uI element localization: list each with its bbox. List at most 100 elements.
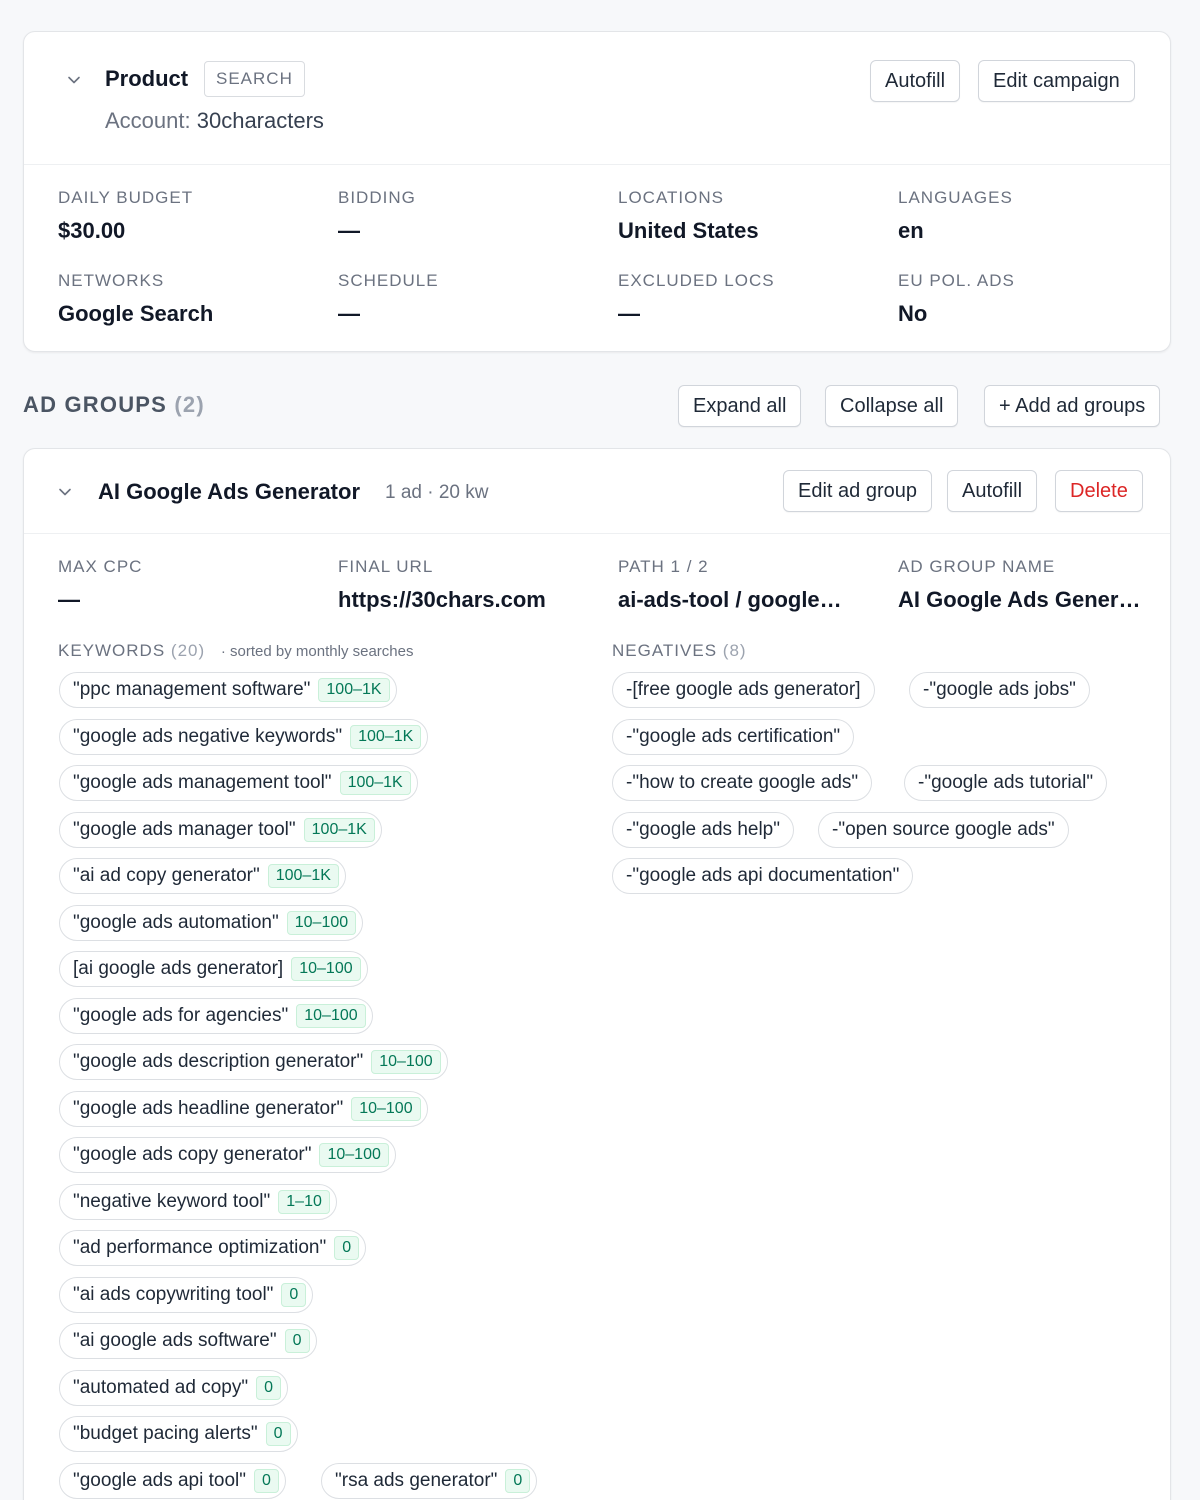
search-volume-badge: 10–100: [291, 957, 361, 981]
keyword-chip[interactable]: "google ads automation" 10–100: [59, 905, 364, 941]
search-volume-badge: 0: [334, 1236, 360, 1260]
campaign-card: Product SEARCH Account: 30characters Aut…: [23, 31, 1171, 352]
search-volume-badge: 10–100: [371, 1050, 441, 1074]
negative-keyword-chip[interactable]: -"google ads certification": [612, 719, 855, 755]
campaign-page: Product SEARCH Account: 30characters Aut…: [0, 0, 1200, 1500]
keyword-chip[interactable]: "ad performance optimization" 0: [59, 1230, 367, 1266]
stat-value-eu-pol-ads: No: [898, 301, 928, 326]
chevron-down-icon[interactable]: [57, 484, 73, 500]
account-line: Account: 30characters: [105, 108, 324, 134]
negative-keyword-chip[interactable]: -[free google ads generator]: [612, 672, 875, 708]
campaign-header: Product SEARCH Account: 30characters Aut…: [24, 32, 1170, 165]
keyword-text: "google ads copy generator": [73, 1144, 312, 1165]
negative-keyword-chip[interactable]: -"open source google ads": [818, 812, 1069, 848]
search-volume-badge: 100–1K: [318, 678, 390, 702]
keywords-count: (20): [170, 641, 206, 660]
negative-keyword-chip[interactable]: -"how to create google ads": [612, 765, 873, 801]
keyword-chip[interactable]: "google ads management tool" 100–1K: [59, 765, 418, 801]
stat-label-bidding: BIDDING: [338, 188, 416, 207]
stat-value-final-url: https://30chars.com: [338, 587, 546, 612]
ad-group-name: AI Google Ads Generator: [98, 479, 361, 504]
keyword-text: "ai google ads software": [73, 1330, 277, 1351]
keyword-text: "google ads for agencies": [73, 1005, 289, 1026]
keyword-chip[interactable]: "ai ad copy generator" 100–1K: [59, 858, 346, 894]
keyword-chip[interactable]: "google ads api tool" 0: [59, 1463, 286, 1499]
keyword-chip[interactable]: "ai ads copywriting tool" 0: [59, 1277, 314, 1313]
keyword-text: "budget pacing alerts": [73, 1423, 258, 1444]
keyword-chip[interactable]: "google ads negative keywords" 100–1K: [59, 719, 429, 755]
stat-label-excluded-locs: EXCLUDED LOCS: [618, 271, 775, 290]
negatives-count: (8): [722, 641, 747, 660]
keyword-chip[interactable]: "google ads description generator" 10–100: [59, 1044, 448, 1080]
search-volume-badge: 100–1K: [350, 725, 422, 749]
keyword-chip[interactable]: "google ads copy generator" 10–100: [59, 1137, 396, 1173]
ad-group-meta: 1 ad · 20 kw: [385, 482, 489, 503]
ad-groups-heading: AD GROUPS (2): [23, 392, 205, 418]
keyword-chip[interactable]: [ai google ads generator] 10–100: [59, 951, 368, 987]
keyword-chip[interactable]: "ppc management software" 100–1K: [59, 672, 397, 708]
negative-keyword-chip[interactable]: -"google ads help": [612, 812, 794, 848]
stat-value-bidding: —: [338, 218, 360, 243]
keywords-label: KEYWORDS: [58, 641, 166, 660]
keyword-chip[interactable]: "rsa ads generator" 0: [321, 1463, 538, 1499]
stat-label-schedule: SCHEDULE: [338, 271, 439, 290]
keyword-text: "google ads manager tool": [73, 819, 296, 840]
search-volume-badge: 0: [265, 1422, 291, 1446]
stat-label-path: PATH 1 / 2: [618, 557, 709, 576]
keyword-text: "ai ads copywriting tool": [73, 1284, 274, 1305]
search-volume-badge: 0: [256, 1376, 282, 1400]
search-volume-badge: 10–100: [286, 911, 357, 935]
edit-campaign-button[interactable]: Edit campaign: [978, 60, 1135, 102]
search-volume-badge: 10–100: [319, 1143, 389, 1167]
search-volume-badge: 100–1K: [339, 771, 411, 795]
chevron-down-icon[interactable]: [66, 72, 82, 88]
stat-label-eu-pol-ads: EU POL. ADS: [898, 271, 1015, 290]
stat-label-final-url: FINAL URL: [338, 557, 434, 576]
keyword-chip[interactable]: "automated ad copy" 0: [59, 1370, 289, 1406]
collapse-all-button[interactable]: Collapse all: [825, 385, 959, 427]
ad-group-card: AI Google Ads Generator 1 ad · 20 kw Edi…: [23, 448, 1171, 1500]
keywords-heading: KEYWORDS (20) · sorted by monthly search…: [58, 641, 413, 661]
keyword-chip[interactable]: "google ads headline generator" 10–100: [59, 1091, 428, 1127]
negative-keyword-chip[interactable]: -"google ads jobs": [909, 672, 1090, 708]
keyword-text: "negative keyword tool": [73, 1191, 271, 1212]
keyword-chip[interactable]: "negative keyword tool" 1–10: [59, 1184, 337, 1220]
keyword-chip[interactable]: "ai google ads software" 0: [59, 1323, 317, 1359]
add-ad-groups-button[interactable]: + Add ad groups: [984, 385, 1161, 427]
negative-keyword-chip[interactable]: -"google ads tutorial": [904, 765, 1108, 801]
account-label: Account:: [105, 108, 191, 133]
keyword-text: "ai ad copy generator": [73, 865, 260, 886]
stat-label-max-cpc: MAX CPC: [58, 557, 143, 576]
stat-value-schedule: —: [338, 301, 360, 326]
search-volume-badge: 100–1K: [267, 864, 339, 888]
negative-keyword-chip[interactable]: -"google ads api documentation": [612, 858, 914, 894]
keyword-chip[interactable]: "google ads for agencies" 10–100: [59, 998, 373, 1034]
stat-label-ad-group-name: AD GROUP NAME: [898, 557, 1056, 576]
ad-groups-title: AD GROUPS: [23, 392, 168, 417]
campaign-type-badge: SEARCH: [204, 61, 305, 97]
keyword-chip[interactable]: "budget pacing alerts" 0: [59, 1416, 298, 1452]
stat-value-ad-group-name: AI Google Ads Gener…: [898, 587, 1141, 612]
edit-ad-group-button[interactable]: Edit ad group: [783, 470, 932, 512]
stat-value-languages: en: [898, 218, 924, 243]
keyword-text: [ai google ads generator]: [73, 958, 284, 979]
stat-value-locations: United States: [618, 218, 759, 243]
keyword-text: "ad performance optimization": [73, 1237, 327, 1258]
search-volume-badge: 0: [254, 1469, 279, 1493]
autofill-campaign-button[interactable]: Autofill: [870, 60, 961, 102]
search-volume-badge: 1–10: [278, 1190, 330, 1214]
negatives-heading: NEGATIVES (8): [612, 641, 747, 661]
account-value: 30characters: [196, 108, 324, 133]
keywords-sort-note: · sorted by monthly searches: [220, 643, 414, 660]
keyword-text: "ppc management software": [73, 679, 311, 700]
keyword-text: "automated ad copy": [73, 1377, 249, 1398]
stat-value-max-cpc: —: [58, 587, 80, 612]
search-volume-badge: 0: [281, 1283, 307, 1307]
expand-all-button[interactable]: Expand all: [678, 385, 802, 427]
stat-value-daily-budget: $30.00: [58, 218, 126, 243]
autofill-ad-group-button[interactable]: Autofill: [947, 470, 1038, 512]
keyword-chip[interactable]: "google ads manager tool" 100–1K: [59, 812, 382, 848]
search-volume-badge: 0: [284, 1329, 310, 1353]
keyword-text: "google ads automation": [73, 912, 279, 933]
delete-ad-group-button[interactable]: Delete: [1055, 470, 1143, 512]
